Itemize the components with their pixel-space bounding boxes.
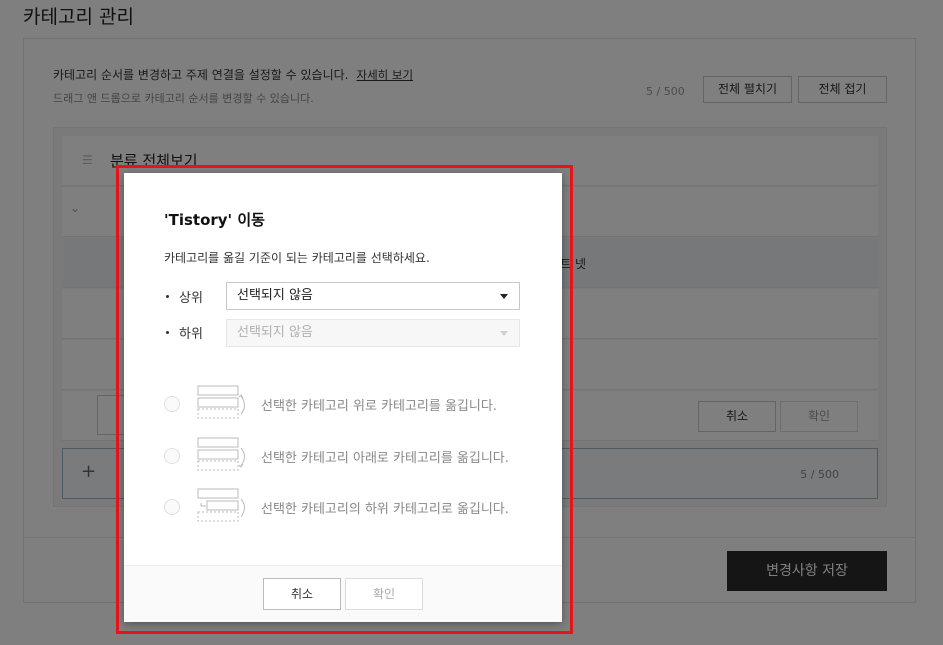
confirm-button[interactable]: 확인: [345, 578, 423, 610]
lower-category-select[interactable]: 선택되지 않음: [226, 319, 520, 347]
option-move-above[interactable]: 선택한 카테고리 위로 카테고리를 옮깁니다.: [164, 384, 534, 424]
lower-select-value: 선택되지 않음: [237, 325, 313, 340]
upper-select-value: 선택되지 않음: [237, 288, 313, 303]
upper-category-select[interactable]: 선택되지 않음: [226, 282, 520, 310]
move-child-icon: [197, 488, 245, 522]
upper-label: 상위: [166, 287, 203, 306]
lower-label: 하위: [166, 323, 203, 342]
cancel-button[interactable]: 취소: [263, 578, 341, 610]
dialog-footer: 취소 확인: [124, 565, 562, 622]
move-above-icon: [197, 385, 245, 419]
radio-move-child[interactable]: [164, 499, 180, 515]
move-category-dialog: 'Tistory' 이동 카테고리를 옮길 기준이 되는 카테고리를 선택하세요…: [124, 173, 562, 622]
option-label: 선택한 카테고리 아래로 카테고리를 옮깁니다.: [261, 451, 509, 466]
radio-move-below[interactable]: [164, 448, 180, 464]
upper-label-text: 상위: [179, 291, 203, 306]
caret-down-icon: [500, 331, 508, 336]
radio-move-above[interactable]: [164, 396, 180, 412]
option-label: 선택한 카테고리의 하위 카테고리로 옮깁니다.: [261, 502, 509, 517]
bullet-icon: [166, 331, 169, 334]
option-move-below[interactable]: 선택한 카테고리 아래로 카테고리를 옮깁니다.: [164, 436, 534, 476]
lower-label-text: 하위: [179, 327, 203, 342]
caret-down-icon: [500, 294, 508, 299]
move-below-icon: [197, 437, 245, 471]
option-label: 선택한 카테고리 위로 카테고리를 옮깁니다.: [261, 399, 497, 414]
bullet-icon: [166, 295, 169, 298]
option-move-child[interactable]: 선택한 카테고리의 하위 카테고리로 옮깁니다.: [164, 487, 534, 527]
dialog-description: 카테고리를 옮길 기준이 되는 카테고리를 선택하세요.: [164, 251, 430, 265]
dialog-title: 'Tistory' 이동: [164, 211, 265, 229]
